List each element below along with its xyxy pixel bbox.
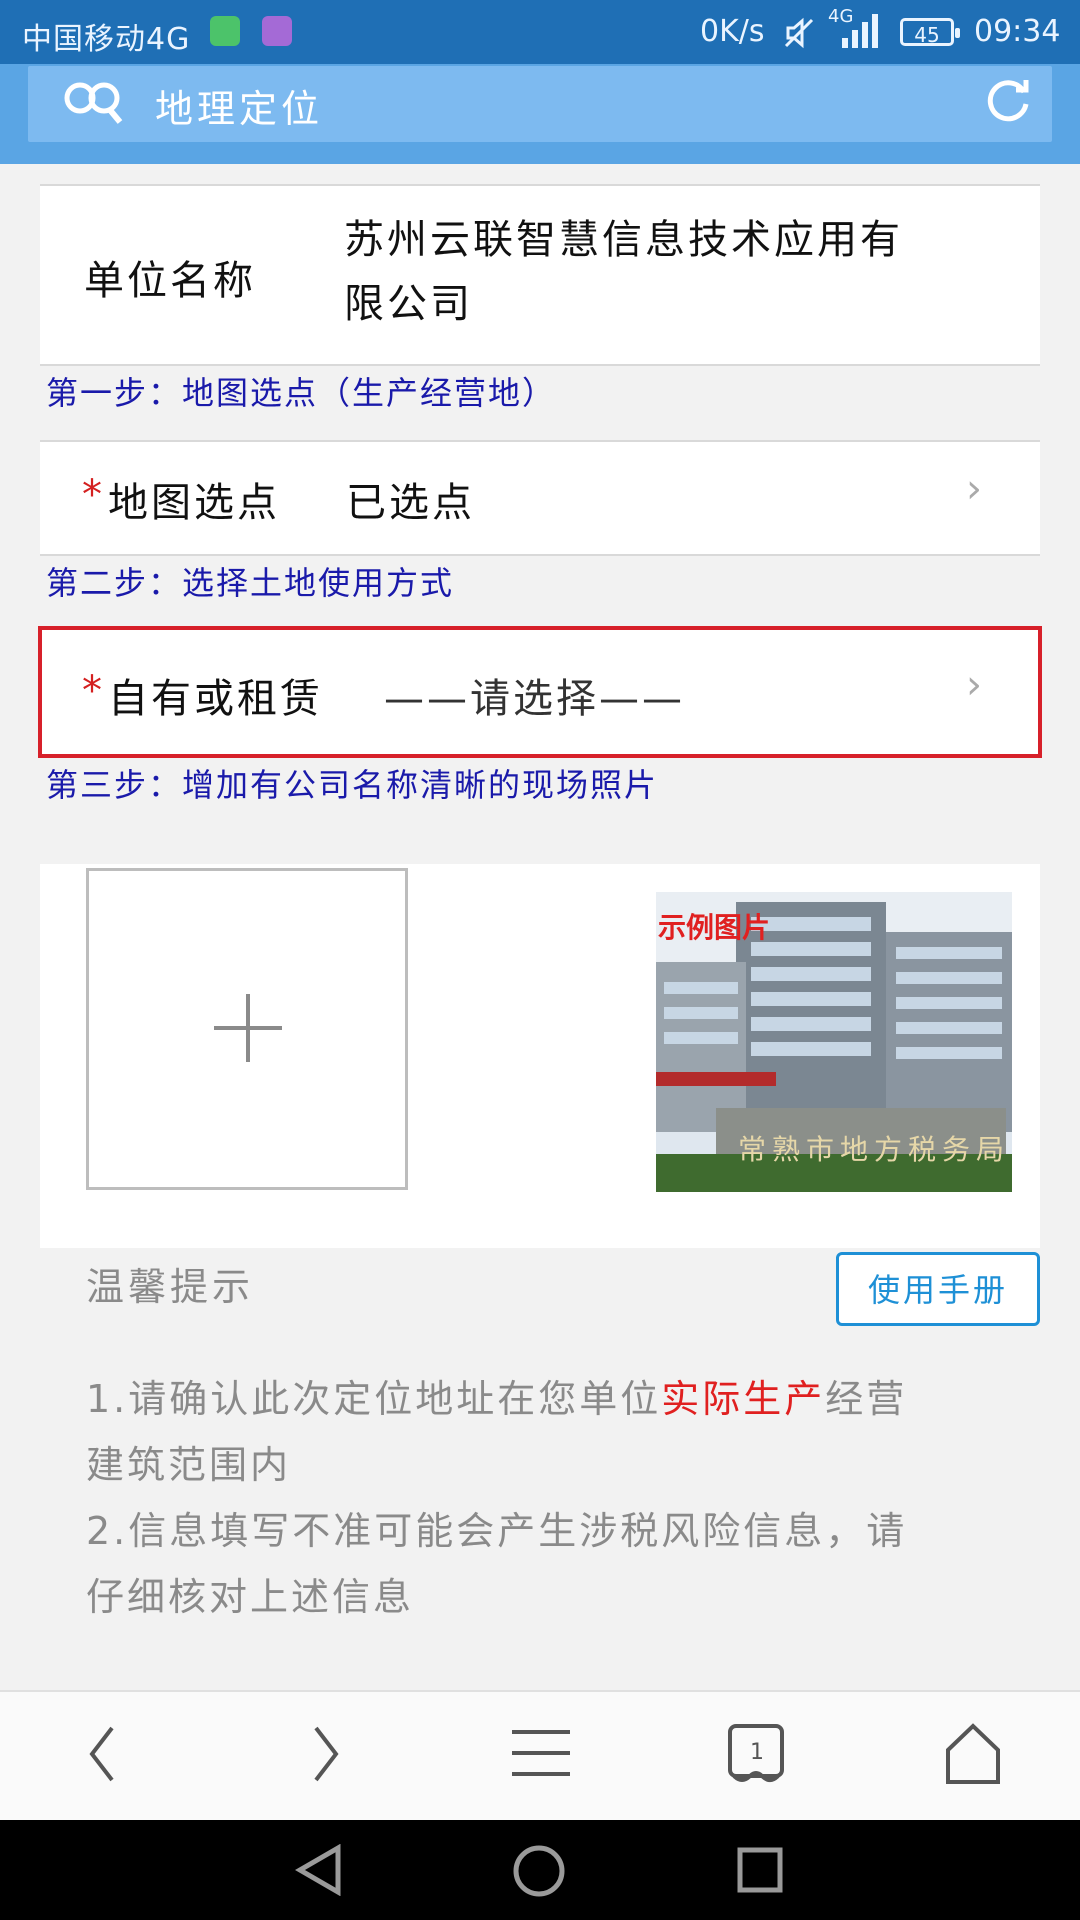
user-manual-button[interactable]: 使用手册 xyxy=(836,1252,1040,1326)
tip-2-line2: 仔细核对上述信息 xyxy=(86,1575,415,1619)
forward-icon[interactable] xyxy=(306,1722,346,1786)
gallery-icon xyxy=(262,16,292,46)
tip-1-text-end: 经营 xyxy=(825,1377,908,1421)
tip-1-highlight: 实际生产 xyxy=(661,1377,826,1421)
company-name-value-line1: 苏州云联智慧信息技术应用有 xyxy=(344,217,903,263)
required-mark: * xyxy=(82,472,102,518)
chevron-right-icon: › xyxy=(966,466,982,512)
home-icon[interactable] xyxy=(944,1722,1002,1786)
tab-count: 1 xyxy=(750,1740,764,1765)
land-use-label: 自有或租赁 xyxy=(108,676,323,722)
plus-icon xyxy=(246,994,250,1062)
battery-indicator: 45 xyxy=(900,18,960,47)
refresh-icon[interactable] xyxy=(982,74,1034,126)
example-photo-sign: 常熟市地方税务局 xyxy=(738,1133,1011,1166)
map-select-value: 已选点 xyxy=(346,480,475,526)
system-back-icon[interactable] xyxy=(294,1844,346,1896)
land-use-value: ——请选择—— xyxy=(384,676,685,722)
chevron-right-icon: › xyxy=(966,662,982,708)
hint-title: 温馨提示 xyxy=(86,1265,255,1309)
system-home-icon[interactable] xyxy=(512,1844,566,1898)
back-icon[interactable] xyxy=(82,1722,122,1786)
tip-1-line2: 建筑范围内 xyxy=(86,1443,292,1487)
signal-icon xyxy=(842,14,878,48)
example-photo-label: 示例图片 xyxy=(658,911,771,944)
tip-2-line1: 2.信息填写不准可能会产生涉税风险信息，请 xyxy=(86,1509,908,1553)
network-speed: 0K/s xyxy=(700,14,765,49)
clock: 09:34 xyxy=(974,14,1061,49)
menu-icon[interactable] xyxy=(510,1726,572,1780)
mute-icon xyxy=(784,17,814,49)
step1-label: 第一步：地图选点（生产经营地） xyxy=(46,374,557,412)
map-select-label: 地图选点 xyxy=(108,480,280,526)
company-name-value-line2: 限公司 xyxy=(344,281,473,327)
company-name-label: 单位名称 xyxy=(84,258,256,304)
binoculars-icon xyxy=(64,82,123,124)
page-title: 地理定位 xyxy=(155,87,324,131)
step3-label: 第三步：增加有公司名称清晰的现场照片 xyxy=(46,766,659,804)
system-recents-icon[interactable] xyxy=(736,1846,784,1894)
notification-icon xyxy=(210,16,240,46)
step2-label: 第二步：选择土地使用方式 xyxy=(46,564,455,602)
tip-1-text: 1.请确认此次定位地址在您单位 xyxy=(86,1377,662,1421)
carrier-label: 中国移动4G xyxy=(22,22,191,57)
tip-1-line1: 1.请确认此次定位地址在您单位实际生产经营 xyxy=(86,1366,907,1432)
required-mark: * xyxy=(82,668,102,714)
